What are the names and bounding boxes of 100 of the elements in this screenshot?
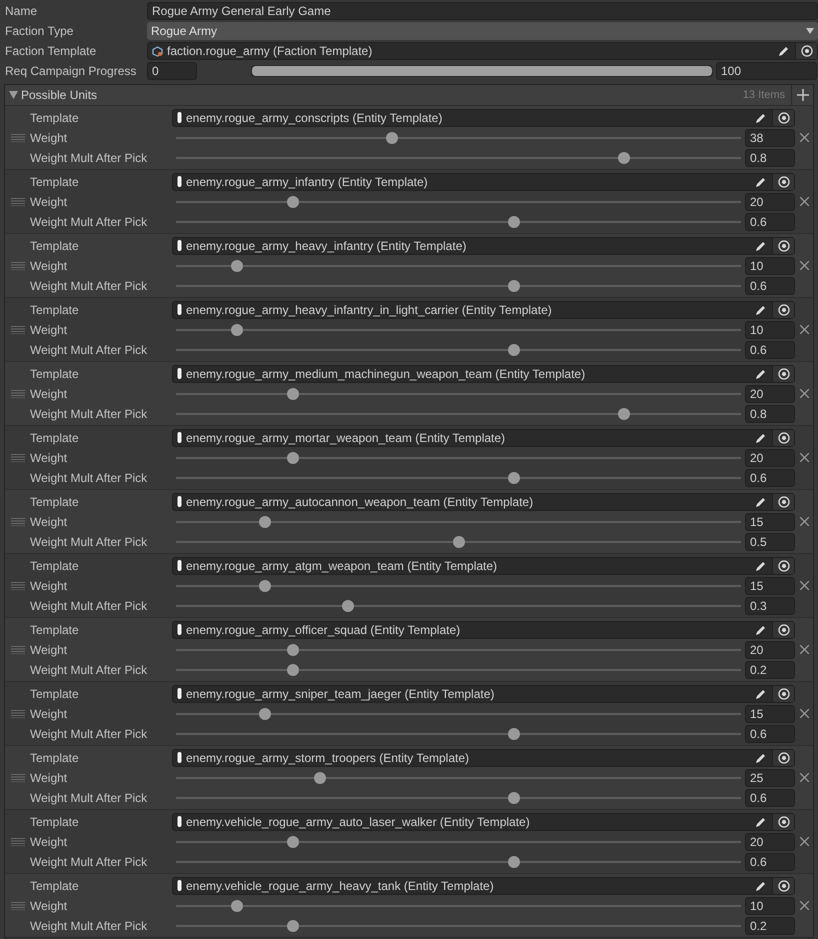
edit-icon[interactable] [755, 688, 767, 700]
slider-thumb[interactable] [286, 196, 299, 208]
number-field[interactable]: 10 [745, 256, 795, 274]
remove-icon[interactable] [800, 325, 808, 334]
edit-icon[interactable] [778, 45, 790, 57]
name-field[interactable]: Rogue Army General Early Game [147, 2, 818, 20]
slider-thumb[interactable] [286, 644, 299, 656]
slider[interactable] [176, 536, 741, 548]
remove-icon[interactable] [800, 645, 808, 654]
slider[interactable] [176, 196, 741, 208]
slider-thumb[interactable] [286, 664, 299, 676]
edit-icon[interactable] [755, 304, 767, 316]
number-field[interactable]: 0.6 [745, 852, 795, 870]
slider-thumb[interactable] [508, 728, 520, 740]
number-field[interactable]: 20 [745, 448, 795, 466]
slider-thumb[interactable] [508, 216, 520, 228]
drag-handle-icon[interactable] [10, 454, 24, 462]
remove-icon[interactable] [800, 773, 808, 782]
drag-handle-icon[interactable] [10, 198, 24, 206]
slider[interactable] [176, 472, 741, 484]
slider[interactable] [176, 856, 741, 868]
edit-icon[interactable] [755, 496, 767, 508]
drag-handle-icon[interactable] [10, 774, 24, 782]
slider-thumb[interactable] [286, 452, 299, 464]
number-field[interactable]: 0.2 [745, 660, 795, 678]
slider[interactable] [176, 664, 741, 676]
slider[interactable] [176, 132, 741, 144]
edit-icon[interactable] [755, 176, 767, 188]
target-icon[interactable] [778, 880, 790, 892]
slider-thumb[interactable] [386, 132, 398, 144]
slider[interactable] [176, 344, 741, 356]
edit-icon[interactable] [755, 816, 767, 828]
slider[interactable] [176, 260, 741, 272]
remove-icon[interactable] [800, 517, 808, 526]
slider-thumb[interactable] [508, 792, 520, 804]
number-field[interactable]: 15 [745, 704, 795, 722]
slider-thumb[interactable] [286, 388, 299, 400]
slider[interactable] [176, 216, 741, 228]
target-icon[interactable] [778, 496, 790, 508]
slider[interactable] [176, 408, 741, 420]
target-icon[interactable] [778, 688, 790, 700]
number-field[interactable]: 100 [716, 62, 817, 80]
faction-type-dropdown[interactable]: Rogue Army [147, 22, 818, 40]
number-field[interactable]: 0.5 [745, 532, 795, 550]
edit-icon[interactable] [755, 880, 767, 892]
number-field[interactable]: 20 [745, 832, 795, 850]
slider-thumb[interactable] [286, 836, 299, 848]
drag-handle-icon[interactable] [10, 518, 24, 526]
number-field[interactable]: 0.6 [745, 212, 795, 230]
slider-thumb[interactable] [314, 772, 326, 784]
slider-thumb[interactable] [508, 472, 520, 484]
slider-thumb[interactable] [618, 408, 630, 420]
slider-thumb[interactable] [231, 260, 244, 272]
slider[interactable] [176, 388, 741, 400]
slider[interactable] [176, 728, 741, 740]
number-field[interactable]: 10 [745, 896, 795, 914]
number-field[interactable]: 0.3 [745, 596, 795, 614]
number-field[interactable]: 25 [745, 768, 795, 786]
number-field[interactable]: 38 [745, 128, 795, 146]
slider-thumb[interactable] [508, 856, 520, 868]
drag-handle-icon[interactable] [10, 710, 24, 718]
drag-handle-icon[interactable] [10, 838, 24, 846]
slider-thumb[interactable] [618, 152, 630, 164]
number-field[interactable]: 10 [745, 320, 795, 338]
target-icon[interactable] [778, 176, 790, 188]
remove-icon[interactable] [800, 709, 808, 718]
target-icon[interactable] [778, 112, 790, 124]
edit-icon[interactable] [755, 112, 767, 124]
number-field[interactable]: 20 [745, 192, 795, 210]
slider-thumb[interactable] [508, 344, 520, 356]
drag-handle-icon[interactable] [10, 262, 24, 270]
slider-thumb[interactable] [231, 900, 244, 912]
remove-icon[interactable] [800, 837, 808, 846]
slider[interactable] [176, 324, 741, 336]
target-icon[interactable] [800, 45, 812, 57]
remove-icon[interactable] [800, 133, 808, 142]
number-field[interactable]: 0.6 [745, 276, 795, 294]
number-field[interactable]: 20 [745, 640, 795, 658]
target-icon[interactable] [778, 816, 790, 828]
list-header[interactable]: Possible Units 13 Items [5, 85, 813, 105]
drag-handle-icon[interactable] [10, 390, 24, 398]
slider[interactable] [176, 900, 741, 912]
slider[interactable] [176, 772, 741, 784]
target-icon[interactable] [778, 368, 790, 380]
slider-thumb[interactable] [342, 600, 354, 612]
drag-handle-icon[interactable] [10, 902, 24, 910]
edit-icon[interactable] [755, 368, 767, 380]
slider[interactable] [176, 836, 741, 848]
number-field[interactable]: 0 [147, 62, 197, 80]
slider[interactable] [176, 644, 741, 656]
drag-handle-icon[interactable] [10, 582, 24, 590]
remove-icon[interactable] [800, 901, 808, 910]
number-field[interactable]: 0.6 [745, 724, 795, 742]
slider[interactable] [176, 280, 741, 292]
number-field[interactable]: 0.8 [745, 148, 795, 166]
edit-icon[interactable] [755, 240, 767, 252]
slider[interactable] [176, 708, 741, 720]
slider-thumb[interactable] [258, 580, 271, 592]
target-icon[interactable] [778, 560, 790, 572]
slider-thumb[interactable] [452, 536, 464, 548]
